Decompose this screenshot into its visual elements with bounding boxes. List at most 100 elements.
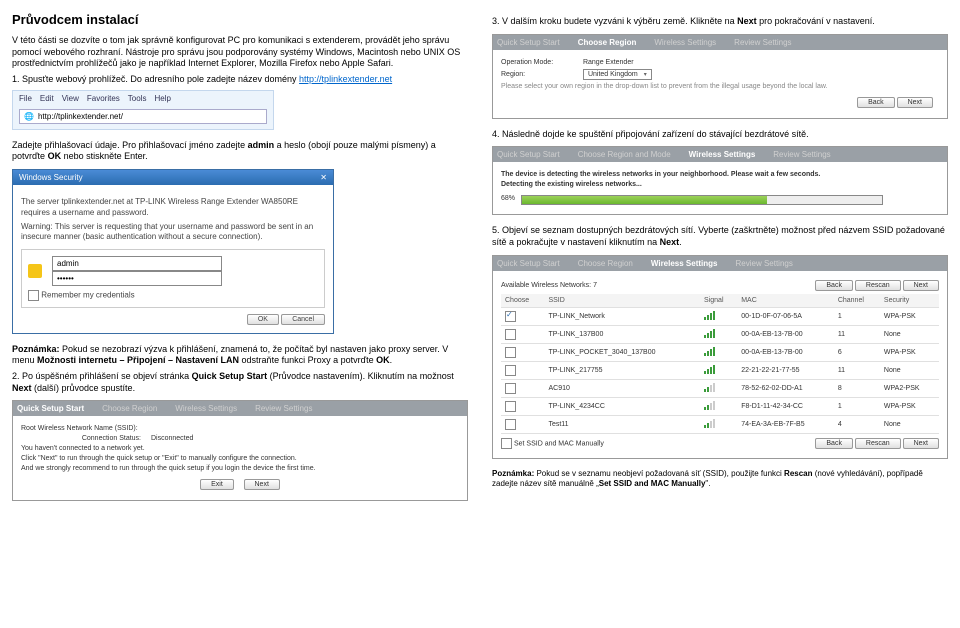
tab-choose-region[interactable]: Choose Region: [578, 259, 633, 268]
row-checkbox[interactable]: [505, 383, 516, 394]
cell-ssid: TP-LINK_137B00: [544, 325, 700, 343]
signal-icon: [704, 401, 715, 410]
browser-window: File Edit View Favorites Tools Help 🌐 ht…: [12, 90, 274, 130]
exit-button[interactable]: Exit: [200, 479, 234, 490]
cell-channel: 8: [834, 379, 880, 397]
cell-ssid: TP-LINK_Network: [544, 307, 700, 325]
network-list-screenshot: Quick Setup Start Choose Region Wireless…: [492, 255, 948, 459]
tab-quick-setup-start[interactable]: Quick Setup Start: [497, 38, 560, 47]
detect-screenshot: Quick Setup Start Choose Region and Mode…: [492, 146, 948, 215]
note-1: Poznámka: Pokud se nezobrazí výzva k při…: [12, 344, 468, 367]
note-path: Možnosti internetu – Připojení – Nastave…: [37, 355, 239, 365]
manual-checkbox[interactable]: [501, 438, 512, 449]
th-ssid: SSID: [544, 294, 700, 308]
row-checkbox[interactable]: [505, 401, 516, 412]
page-title: Průvodcem instalací: [12, 12, 468, 27]
table-row: TP-LINK_POCKET_3040_137B0000-0A-EB-13-7B…: [501, 343, 939, 361]
netlist-tabs: Quick Setup Start Choose Region Wireless…: [493, 256, 947, 271]
row-checkbox[interactable]: [505, 419, 516, 430]
ok-button[interactable]: OK: [247, 314, 279, 325]
menu-edit[interactable]: Edit: [40, 94, 54, 103]
cell-mac: 74-EA-3A-EB-7F-B5: [737, 415, 834, 433]
operation-mode-value: Range Extender: [583, 59, 634, 66]
cell-ssid: TP-LINK_217755: [544, 361, 700, 379]
cell-channel: 6: [834, 343, 880, 361]
tab-review-settings[interactable]: Review Settings: [734, 38, 791, 47]
back-button[interactable]: Back: [815, 280, 853, 291]
password-field[interactable]: [52, 271, 222, 286]
dialog-msg-2: Warning: This server is requesting that …: [21, 222, 325, 243]
tab-wireless-settings[interactable]: Wireless Settings: [689, 150, 756, 159]
th-choose: Choose: [501, 294, 544, 308]
signal-icon: [704, 383, 715, 392]
menu-help[interactable]: Help: [154, 94, 170, 103]
conn-status-value: Disconnected: [151, 435, 193, 442]
tab-wireless-settings[interactable]: Wireless Settings: [175, 404, 237, 413]
menu-view[interactable]: View: [62, 94, 79, 103]
tab-wireless-settings[interactable]: Wireless Settings: [654, 38, 716, 47]
cell-security: WPA2-PSK: [880, 379, 939, 397]
region-hint: Please select your own region in the dro…: [501, 83, 939, 90]
menu-tools[interactable]: Tools: [128, 94, 147, 103]
tab-choose-region[interactable]: Choose Region: [578, 38, 637, 47]
ssid-label: Root Wireless Network Name (SSID):: [21, 425, 138, 432]
signal-icon: [704, 365, 715, 374]
available-count: Available Wireless Networks: 7: [501, 282, 597, 289]
tab-choose-region[interactable]: Choose Region and Mode: [578, 150, 671, 159]
table-row: TP-LINK_4234CCF8-D1-11-42-34-CC1WPA-PSK: [501, 397, 939, 415]
cell-security: None: [880, 361, 939, 379]
progress-pct: 68%: [501, 195, 515, 202]
next-button[interactable]: Next: [903, 438, 939, 449]
signal-icon: [704, 329, 715, 338]
detect-tabs: Quick Setup Start Choose Region and Mode…: [493, 147, 947, 162]
row-checkbox[interactable]: [505, 347, 516, 358]
table-row: AC91078-52-62-02-DD-A18WPA2-PSK: [501, 379, 939, 397]
row-checkbox[interactable]: [505, 329, 516, 340]
conn-status-label: Connection Status:: [21, 435, 141, 442]
tab-quick-setup-start[interactable]: Quick Setup Start: [497, 259, 560, 268]
domain-link[interactable]: http://tplinkextender.net: [299, 74, 392, 84]
cell-security: WPA-PSK: [880, 307, 939, 325]
tab-quick-setup-start[interactable]: Quick Setup Start: [17, 404, 84, 413]
tab-review-settings[interactable]: Review Settings: [735, 259, 792, 268]
next-button[interactable]: Next: [903, 280, 939, 291]
cancel-button[interactable]: Cancel: [281, 314, 325, 325]
table-row: Test1174-EA-3A-EB-7F-B54None: [501, 415, 939, 433]
tab-quick-setup-start[interactable]: Quick Setup Start: [497, 150, 560, 159]
signal-icon: [704, 311, 715, 320]
windows-security-dialog: Windows Security ✕ The server tplinkexte…: [12, 169, 334, 334]
signal-icon: [704, 347, 715, 356]
menu-favorites[interactable]: Favorites: [87, 94, 120, 103]
row-checkbox[interactable]: [505, 311, 516, 322]
back-button[interactable]: Back: [815, 438, 853, 449]
detect-msg-2: Detecting the existing wireless networks…: [501, 181, 939, 188]
table-row: TP-LINK_Network00-1D-0F-07-06-5A1WPA-PSK: [501, 307, 939, 325]
region-select[interactable]: United Kingdom: [583, 69, 652, 80]
row-checkbox[interactable]: [505, 365, 516, 376]
next-button[interactable]: Next: [897, 97, 933, 108]
tab-choose-region[interactable]: Choose Region: [102, 404, 157, 413]
cell-channel: 1: [834, 397, 880, 415]
dialog-title: Windows Security: [19, 173, 83, 182]
cell-security: WPA-PSK: [880, 343, 939, 361]
rescan-button[interactable]: Rescan: [855, 438, 901, 449]
address-bar[interactable]: 🌐 http://tplinkextender.net/: [19, 109, 267, 124]
tab-review-settings[interactable]: Review Settings: [773, 150, 830, 159]
menu-file[interactable]: File: [19, 94, 32, 103]
username-field[interactable]: [52, 256, 222, 271]
cell-ssid: Test11: [544, 415, 700, 433]
back-button[interactable]: Back: [857, 97, 895, 108]
th-signal: Signal: [700, 294, 737, 308]
close-icon[interactable]: ✕: [320, 173, 327, 182]
help-2: Click "Next" to run through the quick se…: [21, 455, 459, 462]
region-tabs: Quick Setup Start Choose Region Wireless…: [493, 35, 947, 50]
user-icon: [28, 264, 42, 278]
cell-mac: 00-1D-0F-07-06-5A: [737, 307, 834, 325]
rescan-button[interactable]: Rescan: [855, 280, 901, 291]
remember-checkbox[interactable]: [28, 290, 39, 301]
table-row: TP-LINK_137B0000-0A-EB-13-7B-0011None: [501, 325, 939, 343]
tab-wireless-settings[interactable]: Wireless Settings: [651, 259, 718, 268]
note-label: Poznámka:: [492, 469, 534, 478]
next-button[interactable]: Next: [244, 479, 280, 490]
tab-review-settings[interactable]: Review Settings: [255, 404, 312, 413]
